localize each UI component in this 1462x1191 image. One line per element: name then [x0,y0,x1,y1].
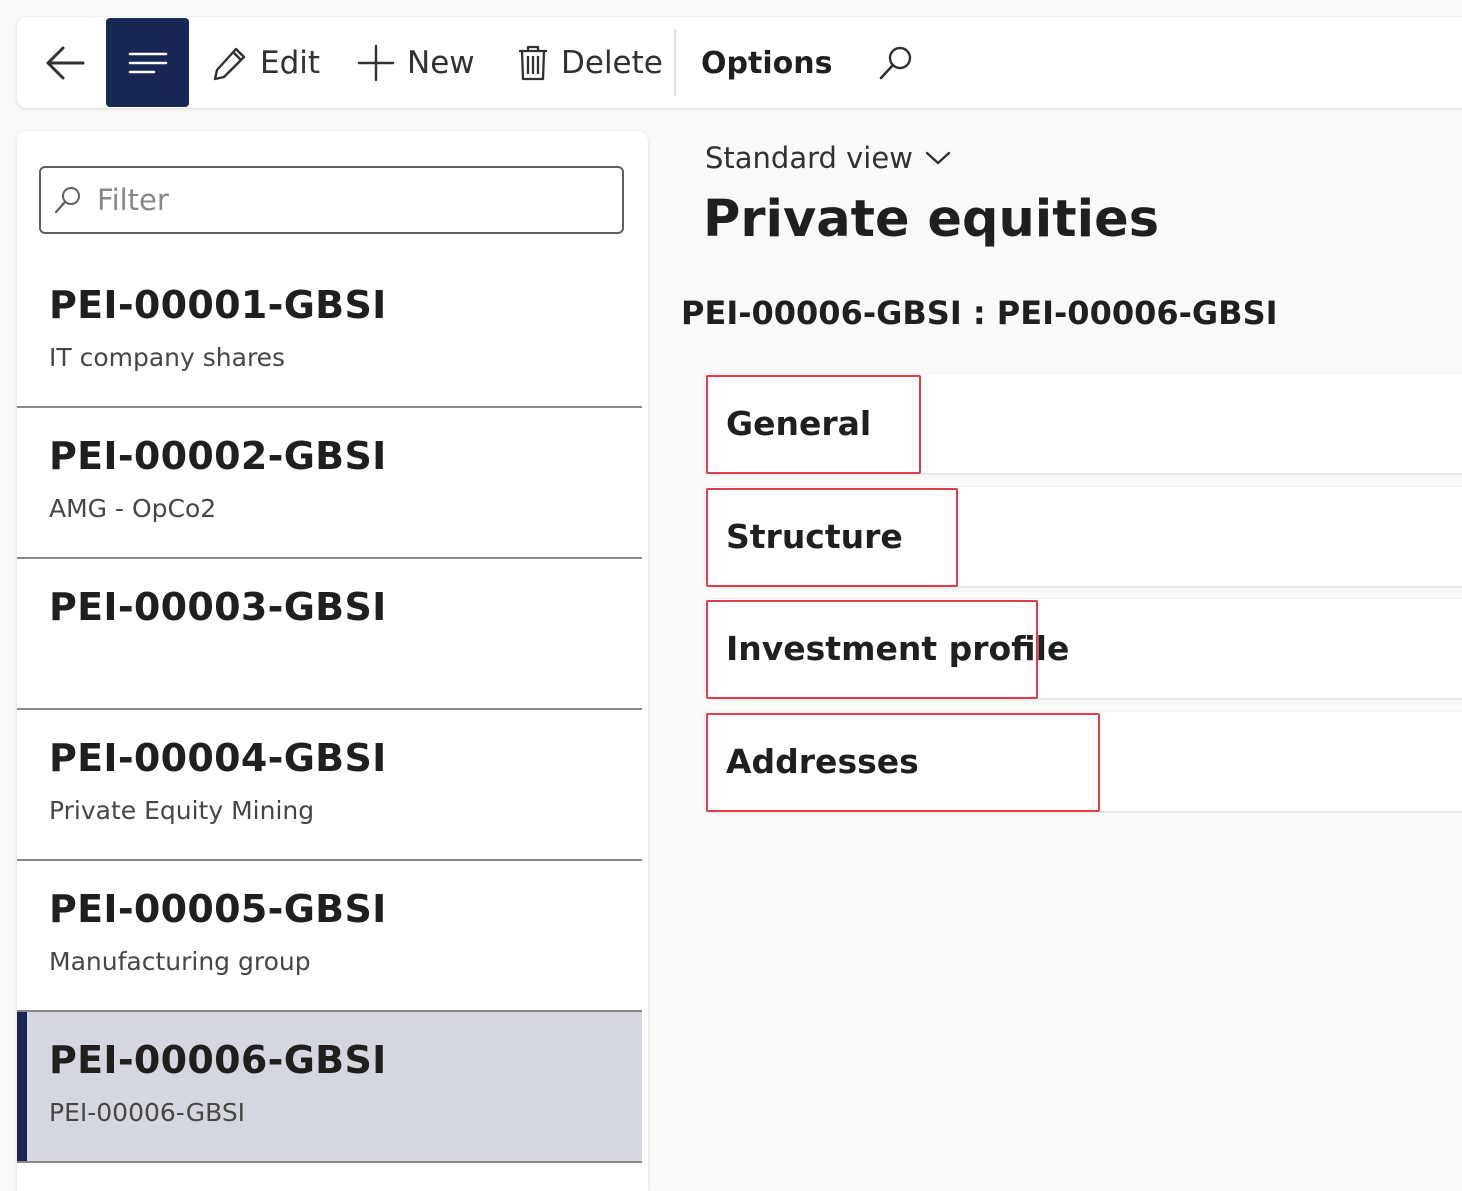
show-list-button[interactable] [106,18,189,107]
list-item-id: PEI-00005-GBSI [49,887,387,931]
chevron-down-icon [925,151,951,165]
options-button[interactable]: Options [701,37,832,89]
list-item[interactable]: PEI-00002-GBSI AMG - OpCo2 [17,408,642,559]
new-label: New [407,45,475,81]
filter-box[interactable] [39,166,624,234]
record-list: PEI-00001-GBSI IT company shares PEI-000… [17,257,642,1163]
list-item-description: PEI-00006-GBSI [49,1098,246,1127]
section-label: Investment profile [726,629,1070,668]
list-item[interactable]: PEI-00003-GBSI [17,559,642,710]
back-button[interactable] [37,37,93,89]
pencil-icon [213,47,246,81]
list-item-description: IT company shares [49,343,286,372]
list-item-selected[interactable]: PEI-00006-GBSI PEI-00006-GBSI [17,1012,642,1163]
list-item-id: PEI-00001-GBSI [49,283,387,327]
list-item[interactable]: PEI-00004-GBSI Private Equity Mining [17,710,642,861]
delete-label: Delete [561,45,663,81]
list-item-id: PEI-00006-GBSI [49,1038,387,1082]
section-label: General [726,404,872,443]
record-list-pane: PEI-00001-GBSI IT company shares PEI-000… [17,131,648,1191]
list-item[interactable]: PEI-00001-GBSI IT company shares [17,257,642,408]
list-item-id: PEI-00004-GBSI [49,736,387,780]
search-icon [54,187,80,214]
section-addresses[interactable]: Addresses [705,712,1462,812]
options-label: Options [701,45,833,81]
back-arrow-icon [46,46,85,80]
edit-button[interactable]: Edit [212,37,320,89]
view-label: Standard view [705,141,913,175]
toolbar-divider [674,29,676,96]
search-icon [879,46,912,80]
section-label: Structure [726,517,903,556]
delete-button[interactable]: Delete [517,37,663,89]
record-title: PEI-00006-GBSI : PEI-00006-GBSI [681,294,1278,332]
page-title: Private equities [703,190,1160,249]
action-toolbar: Edit New Delete Options [17,17,1462,108]
filter-input[interactable] [97,183,577,217]
menu-lines-icon [128,52,167,73]
search-button[interactable] [872,39,920,87]
section-label: Addresses [726,742,919,781]
trash-icon [519,45,547,81]
list-item-description: Manufacturing group [49,947,311,976]
list-item-description: Private Equity Mining [49,796,315,825]
edit-label: Edit [260,45,321,81]
new-button[interactable]: New [357,37,475,89]
list-item-id: PEI-00003-GBSI [49,585,387,629]
section-structure[interactable]: Structure [705,487,1462,587]
plus-icon [357,44,395,82]
list-item-id: PEI-00002-GBSI [49,434,387,478]
view-selector[interactable]: Standard view [705,138,951,178]
list-item-description: AMG - OpCo2 [49,494,217,523]
section-general[interactable]: General [705,374,1462,474]
list-item[interactable]: PEI-00005-GBSI Manufacturing group [17,861,642,1012]
section-investment-profile[interactable]: Investment profile [705,599,1462,699]
